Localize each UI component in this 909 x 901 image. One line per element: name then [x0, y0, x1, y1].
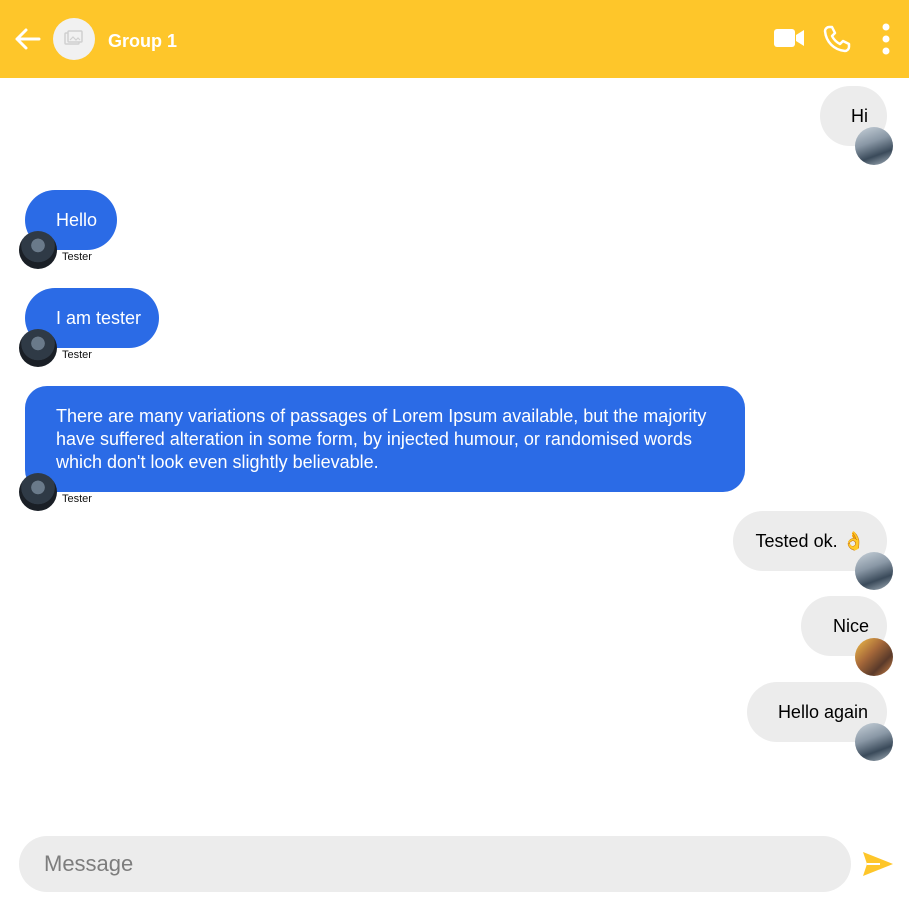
message-text: Hello again [777, 701, 868, 722]
sender-name: Tester [62, 251, 92, 263]
avatar [855, 638, 893, 676]
message-bubble-incoming[interactable]: There are many variations of passages of… [25, 386, 745, 492]
video-camera-icon[interactable] [773, 26, 805, 50]
back-arrow-icon[interactable] [12, 24, 42, 54]
sender-name: Tester [62, 349, 92, 361]
message-composer [19, 836, 851, 892]
chat-screen: Group 1 Hi Hello Tester I am tester Test… [0, 0, 909, 901]
sender-name: Tester [62, 493, 92, 505]
avatar [855, 723, 893, 761]
more-vertical-icon[interactable] [880, 23, 892, 55]
chat-title: Group 1 [108, 31, 178, 51]
chat-header: Group 1 [0, 0, 909, 78]
avatar [19, 473, 57, 511]
message-text: There are many variations of passages of… [56, 405, 707, 472]
send-icon[interactable] [862, 850, 894, 878]
avatar [855, 127, 893, 165]
avatar [19, 231, 57, 269]
avatar [855, 552, 893, 590]
group-avatar[interactable] [53, 18, 95, 60]
message-text: Tested ok. 👌 [755, 530, 865, 551]
message-text: Hi [851, 105, 868, 126]
message-text: Nice [832, 615, 869, 636]
message-text: I am tester [56, 307, 142, 328]
avatar [19, 329, 57, 367]
image-placeholder-icon [64, 30, 83, 45]
message-input[interactable] [44, 836, 834, 892]
phone-icon[interactable] [823, 25, 851, 53]
message-text: Hello [56, 209, 98, 230]
